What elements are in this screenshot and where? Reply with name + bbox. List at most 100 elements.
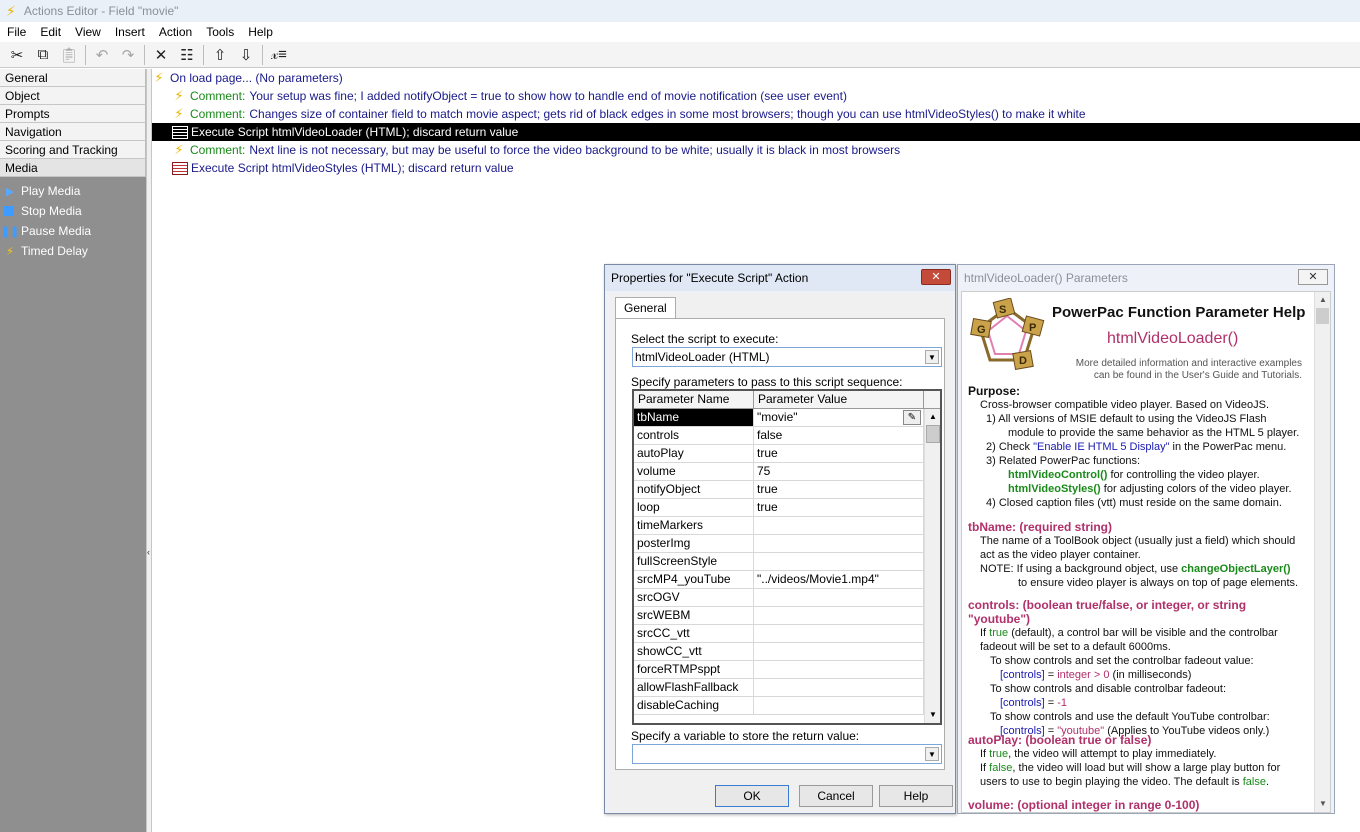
parameter-value-cell[interactable]: true xyxy=(754,499,924,516)
parameter-name-cell[interactable]: tbName xyxy=(634,409,754,426)
copy-icon[interactable]: ⧉ xyxy=(30,43,56,67)
help-link[interactable]: changeObjectLayer() xyxy=(1181,563,1290,575)
help-link[interactable]: htmlVideoControl() xyxy=(1008,469,1107,481)
edit-icon[interactable]: ✎ xyxy=(903,410,921,425)
menu-edit[interactable]: Edit xyxy=(33,22,68,42)
scroll-thumb[interactable] xyxy=(1316,308,1329,324)
media-item-delay[interactable]: ⚡ Timed Delay xyxy=(0,241,146,261)
category-scoring[interactable]: Scoring and Tracking xyxy=(0,141,146,159)
tab-general[interactable]: General xyxy=(615,297,676,319)
menu-help[interactable]: Help xyxy=(241,22,280,42)
table-row[interactable]: forceRTMPsppt xyxy=(634,661,940,679)
parameter-value-cell[interactable] xyxy=(754,697,924,714)
parameter-value-cell[interactable]: true xyxy=(754,445,924,462)
parameter-name-cell[interactable]: srcWEBM xyxy=(634,607,754,624)
table-row[interactable]: showCC_vtt xyxy=(634,643,940,661)
table-row[interactable]: notifyObject true xyxy=(634,481,940,499)
table-row[interactable]: disableCaching xyxy=(634,697,940,715)
table-row[interactable]: srcCC_vtt xyxy=(634,625,940,643)
scroll-thumb[interactable] xyxy=(926,425,940,443)
media-item-pause[interactable]: ❚❚ Pause Media xyxy=(0,221,146,241)
scroll-down-icon[interactable]: ▼ xyxy=(926,708,940,722)
move-down-icon[interactable]: ⇩ xyxy=(233,43,259,67)
parameter-name-cell[interactable]: disableCaching xyxy=(634,697,754,714)
table-row[interactable]: fullScreenStyle xyxy=(634,553,940,571)
scroll-down-icon[interactable]: ▼ xyxy=(1316,797,1330,811)
parameter-name-cell[interactable]: notifyObject xyxy=(634,481,754,498)
chevron-down-icon[interactable]: ▼ xyxy=(925,350,939,364)
scroll-up-icon[interactable]: ▲ xyxy=(926,410,940,424)
parameter-name-cell[interactable]: posterImg xyxy=(634,535,754,552)
help-scrollbar[interactable]: ▲ ▼ xyxy=(1314,292,1330,812)
parameter-name-cell[interactable]: volume xyxy=(634,463,754,480)
parameter-value-cell[interactable] xyxy=(754,589,924,606)
parameter-value-cell[interactable] xyxy=(754,607,924,624)
parameter-name-cell[interactable]: showCC_vtt xyxy=(634,643,754,660)
undo-icon[interactable]: ↶ xyxy=(89,43,115,67)
menu-file[interactable]: File xyxy=(0,22,33,42)
table-row[interactable]: controls false xyxy=(634,427,940,445)
action-comment-3[interactable]: ⚡ Comment: Next line is not necessary, b… xyxy=(152,141,1360,159)
scroll-up-icon[interactable]: ▲ xyxy=(1316,293,1330,307)
return-variable-select[interactable]: ▼ xyxy=(632,744,942,764)
parameter-name-cell[interactable]: srcMP4_youTube xyxy=(634,571,754,588)
parameter-name-cell[interactable]: srcCC_vtt xyxy=(634,625,754,642)
close-icon[interactable]: ✕ xyxy=(1298,269,1328,285)
parameter-value-cell[interactable] xyxy=(754,679,924,696)
parameter-value-cell[interactable] xyxy=(754,661,924,678)
menu-view[interactable]: View xyxy=(68,22,108,42)
table-row[interactable]: volume 75 xyxy=(634,463,940,481)
table-row[interactable]: srcOGV xyxy=(634,589,940,607)
menu-tools[interactable]: Tools xyxy=(199,22,241,42)
category-prompts[interactable]: Prompts xyxy=(0,105,146,123)
parameter-value-cell[interactable] xyxy=(754,643,924,660)
table-row[interactable]: loop true xyxy=(634,499,940,517)
parameter-value-cell[interactable] xyxy=(754,535,924,552)
action-comment-1[interactable]: ⚡ Comment: Your setup was fine; I added … xyxy=(152,87,1360,105)
parameter-name-cell[interactable]: forceRTMPsppt xyxy=(634,661,754,678)
parameter-name-cell[interactable]: allowFlashFallback xyxy=(634,679,754,696)
parameter-value-cell[interactable]: true xyxy=(754,481,924,498)
parameter-value-cell[interactable] xyxy=(754,625,924,642)
parameter-value-cell[interactable]: 75 xyxy=(754,463,924,480)
move-up-icon[interactable]: ⇧ xyxy=(207,43,233,67)
action-onload[interactable]: ⚡ On load page... (No parameters) xyxy=(152,69,1360,87)
parameter-name-cell[interactable]: timeMarkers xyxy=(634,517,754,534)
help-button[interactable]: Help xyxy=(879,785,953,807)
table-row[interactable]: srcMP4_youTube "../videos/Movie1.mp4" xyxy=(634,571,940,589)
help-link[interactable]: "Enable IE HTML 5 Display" xyxy=(1033,441,1169,453)
action-execute-script-1[interactable]: Execute Script htmlVideoLoader (HTML); d… xyxy=(152,123,1360,141)
cancel-button[interactable]: Cancel xyxy=(799,785,873,807)
parameter-name-cell[interactable]: fullScreenStyle xyxy=(634,553,754,570)
table-row[interactable]: tbName "movie" ✎ xyxy=(634,409,940,427)
chevron-left-icon[interactable]: ‹ xyxy=(147,547,150,557)
menu-action[interactable]: Action xyxy=(152,22,199,42)
properties-icon[interactable]: ☷ xyxy=(174,43,200,67)
action-execute-script-2[interactable]: Execute Script htmlVideoStyles (HTML); d… xyxy=(152,159,1360,177)
action-comment-2[interactable]: ⚡ Comment: Changes size of container fie… xyxy=(152,105,1360,123)
category-media[interactable]: Media xyxy=(0,159,146,177)
parameter-name-cell[interactable]: srcOGV xyxy=(634,589,754,606)
column-header-value[interactable]: Parameter Value xyxy=(754,391,924,408)
column-header-name[interactable]: Parameter Name xyxy=(634,391,754,408)
cut-icon[interactable]: ✂ xyxy=(4,43,30,67)
parameter-name-cell[interactable]: controls xyxy=(634,427,754,444)
parameter-value-cell[interactable]: "movie" ✎ xyxy=(754,409,924,426)
help-link[interactable]: htmlVideoStyles() xyxy=(1008,483,1101,495)
parameter-name-cell[interactable]: loop xyxy=(634,499,754,516)
parameter-value-cell[interactable]: false xyxy=(754,427,924,444)
menu-insert[interactable]: Insert xyxy=(108,22,152,42)
paste-icon[interactable]: 📋︎ xyxy=(56,43,82,67)
table-row[interactable]: srcWEBM xyxy=(634,607,940,625)
parameter-value-cell[interactable] xyxy=(754,553,924,570)
parameter-value-cell[interactable]: "../videos/Movie1.mp4" xyxy=(754,571,924,588)
table-row[interactable]: timeMarkers xyxy=(634,517,940,535)
table-row[interactable]: allowFlashFallback xyxy=(634,679,940,697)
parameter-value-cell[interactable] xyxy=(754,517,924,534)
script-select[interactable]: htmlVideoLoader (HTML) ▼ xyxy=(632,347,942,367)
grid-scrollbar[interactable]: ▲ ▼ xyxy=(924,409,940,723)
chevron-down-icon[interactable]: ▼ xyxy=(925,747,939,761)
category-general[interactable]: General xyxy=(0,69,146,87)
media-item-play[interactable]: ▶ Play Media xyxy=(0,181,146,201)
table-row[interactable]: posterImg xyxy=(634,535,940,553)
